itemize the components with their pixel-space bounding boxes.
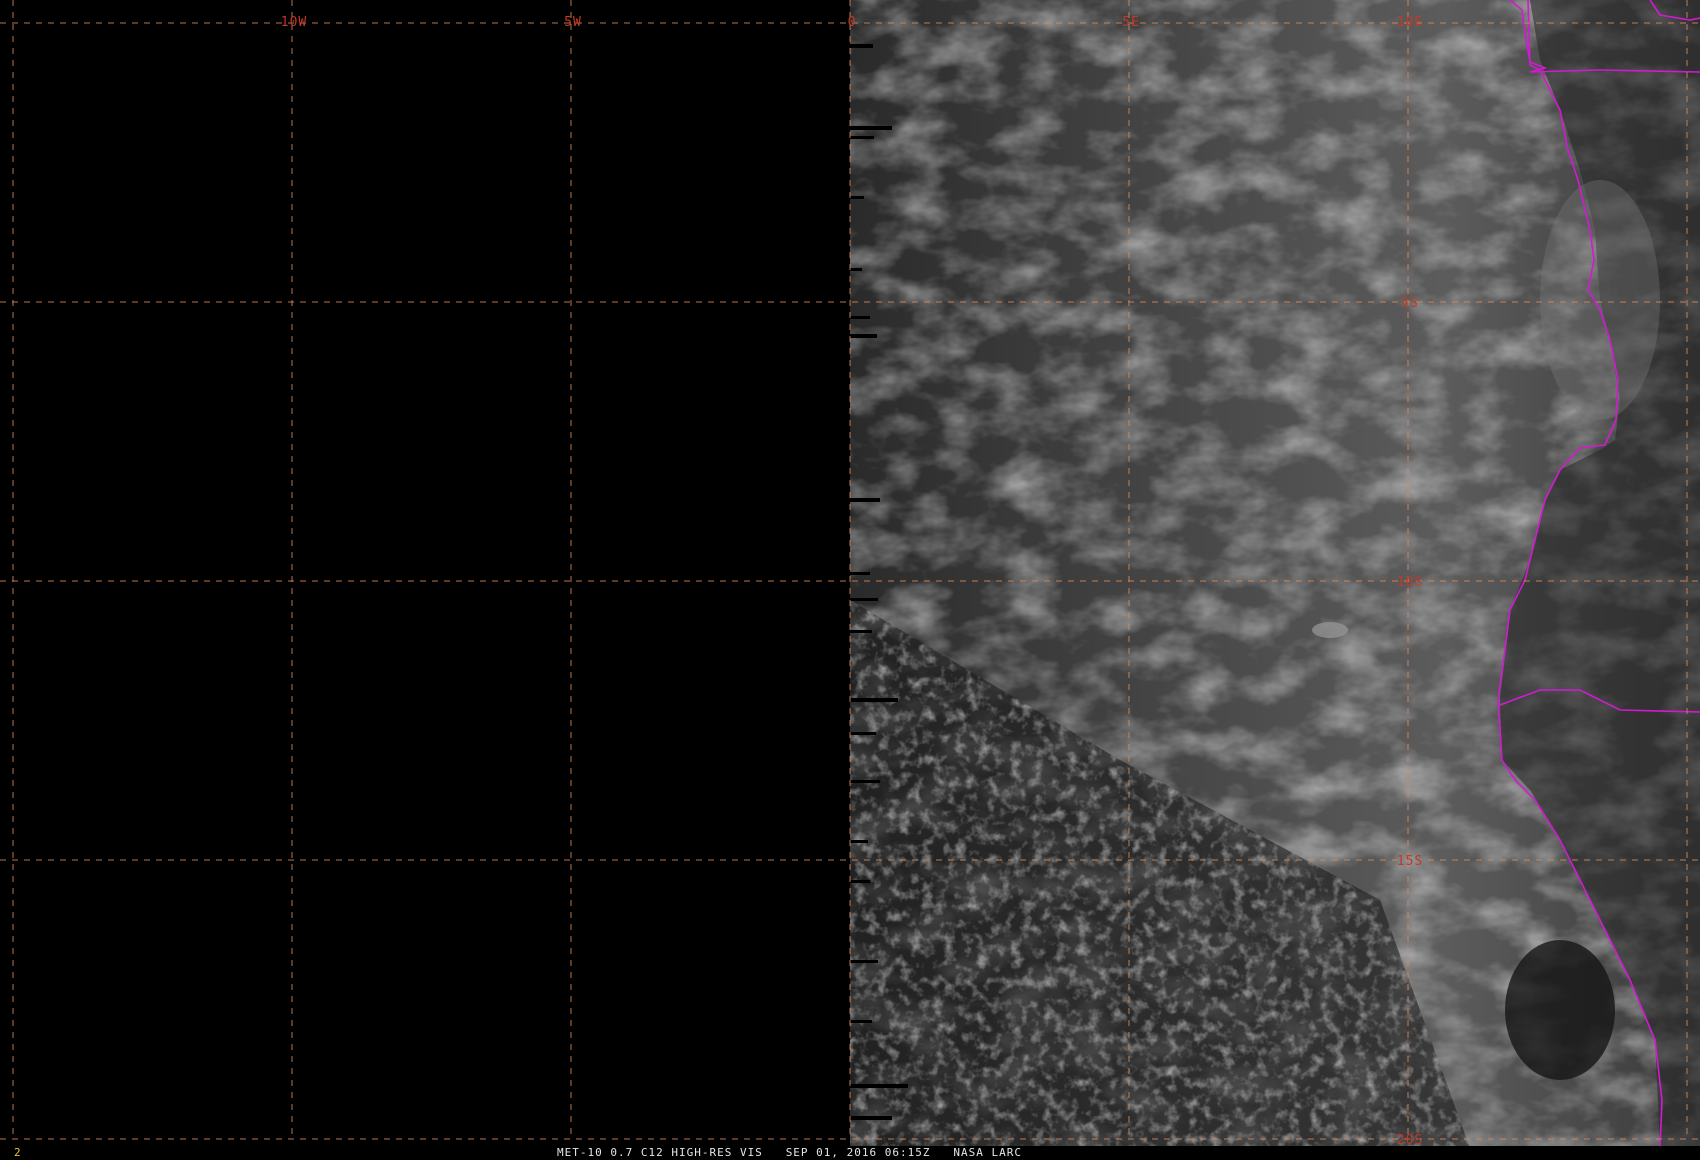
latitude-label: 15S [1397,854,1423,869]
longitude-label: 10W [281,15,307,30]
datetime-label: SEP 01, 2016 06:15Z [785,1146,931,1159]
latitude-label: 5S [1401,296,1419,311]
longitude-label: 5E [1122,15,1140,30]
satellite-label: MET-10 0.7 C12 HIGH-RES VIS [557,1146,763,1159]
longitude-label: 10E [1397,15,1423,30]
latitude-label: 10S [1397,575,1423,590]
satellite-map: 10W 5W 0 5E 10E 5S10S15S20S [0,0,1700,1148]
frame-number: 2 [14,1146,22,1159]
caption-text: MET-10 0.7 C12 HIGH-RES VIS SEP 01, 2016… [557,1146,1022,1160]
image-caption-bar: 2 MET-10 0.7 C12 HIGH-RES VIS SEP 01, 20… [0,1146,1700,1160]
longitude-label: 5W [564,15,582,30]
longitude-label: 0 [848,15,857,30]
source-label: NASA LARC [953,1146,1023,1159]
